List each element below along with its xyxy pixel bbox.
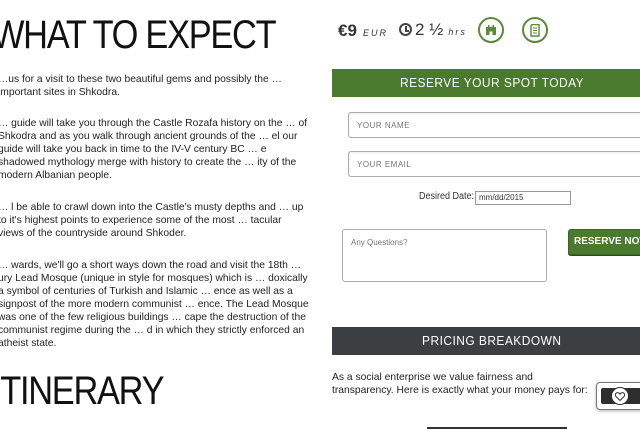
date-label: Desired Date: — [419, 191, 475, 202]
reserve-title: RESERVE YOUR SPOT TODAY — [399, 75, 585, 90]
donate-widget-button[interactable] — [596, 382, 640, 410]
heart-icon — [611, 387, 629, 405]
mosque-icon-glyph — [530, 23, 540, 37]
description-paragraph-intro: …us for a visit to these two beautiful g… — [0, 74, 282, 98]
price-amount: 9 — [347, 21, 357, 40]
section-heading-itinerary: ITINERARY — [0, 369, 165, 413]
duration-unit: hrs — [448, 27, 467, 37]
duration-value: 2 ½ — [415, 20, 444, 39]
description-paragraph-castle: … guide will take you through the Castle… — [0, 118, 308, 181]
section-heading-what-to-expect: WHAT TO EXPECT — [0, 13, 277, 57]
table-top-border — [427, 427, 567, 429]
description-paragraph-mosque: … wards, we'll go a short ways down the … — [0, 260, 309, 349]
pricing-title: PRICING BREAKDOWN — [422, 333, 562, 348]
heart-icon-glyph — [615, 391, 625, 401]
email-field[interactable] — [348, 151, 640, 177]
price-display: €9 EUR — [338, 21, 388, 41]
date-field[interactable]: mm/dd/2015 — [475, 191, 571, 205]
questions-field[interactable] — [342, 229, 547, 282]
pricing-intro: As a social enterprise we value fairness… — [332, 372, 588, 396]
pricing-header: PRICING BREAKDOWN — [332, 327, 640, 355]
castle-icon-glyph — [486, 25, 496, 35]
reserve-now-button[interactable]: RESERVE NOW — [568, 229, 640, 255]
description-paragraph-views: … l be able to crawl down into the Castl… — [0, 202, 304, 239]
duration-display: 2 ½ hrs — [399, 20, 467, 40]
clock-icon — [399, 23, 412, 36]
name-field[interactable] — [348, 112, 640, 138]
price-unit: EUR — [362, 28, 388, 38]
reserve-header: RESERVE YOUR SPOT TODAY — [332, 69, 640, 97]
castle-icon[interactable] — [478, 17, 504, 43]
mosque-icon[interactable] — [522, 17, 548, 43]
